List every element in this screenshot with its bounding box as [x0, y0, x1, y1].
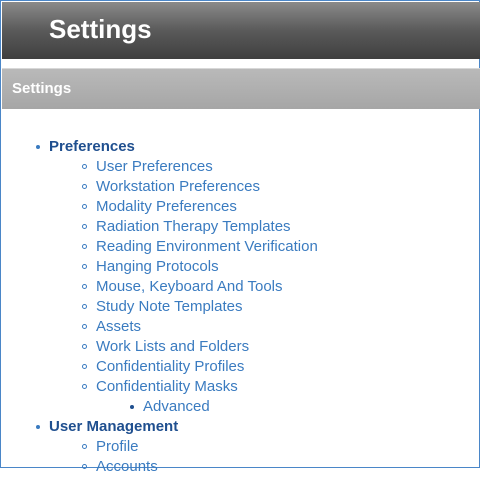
bullet-icon — [130, 405, 134, 409]
bullet-icon — [82, 264, 87, 269]
menu-item-confidentiality-profiles[interactable]: Confidentiality Profiles — [1, 357, 479, 377]
settings-window: Settings Settings Preferences User Prefe… — [0, 0, 480, 475]
menu-item-label[interactable]: Mouse, Keyboard And Tools — [96, 278, 283, 295]
menu-item-label[interactable]: User Management — [49, 418, 178, 435]
menu-item-label[interactable]: Study Note Templates — [96, 298, 242, 315]
menu-item-preferences[interactable]: Preferences — [1, 137, 479, 157]
section-header: Settings — [2, 68, 480, 109]
menu-item-label[interactable]: Profile — [96, 438, 139, 455]
settings-menu: Preferences User Preferences Workstation… — [1, 137, 479, 477]
bullet-icon — [82, 204, 87, 209]
menu-item-study-note-templates[interactable]: Study Note Templates — [1, 297, 479, 317]
bullet-icon — [82, 444, 87, 449]
menu-item-label[interactable]: Modality Preferences — [96, 198, 237, 215]
section-title: Settings — [12, 80, 72, 97]
bullet-icon — [82, 344, 87, 349]
menu-item-label[interactable]: Confidentiality Profiles — [96, 358, 244, 375]
bullet-icon — [82, 284, 87, 289]
bullet-icon — [82, 244, 87, 249]
menu-item-work-lists-and-folders[interactable]: Work Lists and Folders — [1, 337, 479, 357]
menu-item-assets[interactable]: Assets — [1, 317, 479, 337]
page-title: Settings — [49, 14, 152, 44]
menu-item-radiation-therapy-templates[interactable]: Radiation Therapy Templates — [1, 217, 479, 237]
bullet-icon — [82, 464, 87, 469]
menu-item-label[interactable]: Preferences — [49, 138, 135, 155]
menu-item-label[interactable]: Accounts — [96, 458, 158, 475]
bullet-icon — [82, 224, 87, 229]
menu-item-profile[interactable]: Profile — [1, 437, 479, 457]
menu-item-mouse-keyboard-tools[interactable]: Mouse, Keyboard And Tools — [1, 277, 479, 297]
page-header: Settings — [2, 2, 480, 59]
menu-item-label[interactable]: Advanced — [143, 398, 210, 415]
menu-item-label[interactable]: Confidentiality Masks — [96, 378, 238, 395]
menu-item-label[interactable]: Hanging Protocols — [96, 258, 219, 275]
menu-item-accounts[interactable]: Accounts — [1, 457, 479, 477]
bullet-icon — [36, 145, 40, 149]
bullet-icon — [82, 184, 87, 189]
menu-item-reading-environment-verification[interactable]: Reading Environment Verification — [1, 237, 479, 257]
bullet-icon — [36, 425, 40, 429]
menu-item-user-management[interactable]: User Management — [1, 417, 479, 437]
menu-item-user-preferences[interactable]: User Preferences — [1, 157, 479, 177]
menu-item-label[interactable]: Assets — [96, 318, 141, 335]
menu-item-label[interactable]: Work Lists and Folders — [96, 338, 249, 355]
bullet-icon — [82, 364, 87, 369]
bullet-icon — [82, 324, 87, 329]
menu-item-label[interactable]: Radiation Therapy Templates — [96, 218, 291, 235]
menu-item-label[interactable]: Reading Environment Verification — [96, 238, 318, 255]
menu-item-label[interactable]: Workstation Preferences — [96, 178, 260, 195]
menu-item-advanced[interactable]: Advanced — [1, 397, 479, 417]
bullet-icon — [82, 384, 87, 389]
bullet-icon — [82, 304, 87, 309]
menu-item-confidentiality-masks[interactable]: Confidentiality Masks — [1, 377, 479, 397]
bullet-icon — [82, 164, 87, 169]
menu-item-modality-preferences[interactable]: Modality Preferences — [1, 197, 479, 217]
menu-item-hanging-protocols[interactable]: Hanging Protocols — [1, 257, 479, 277]
menu-item-label[interactable]: User Preferences — [96, 158, 213, 175]
menu-item-workstation-preferences[interactable]: Workstation Preferences — [1, 177, 479, 197]
